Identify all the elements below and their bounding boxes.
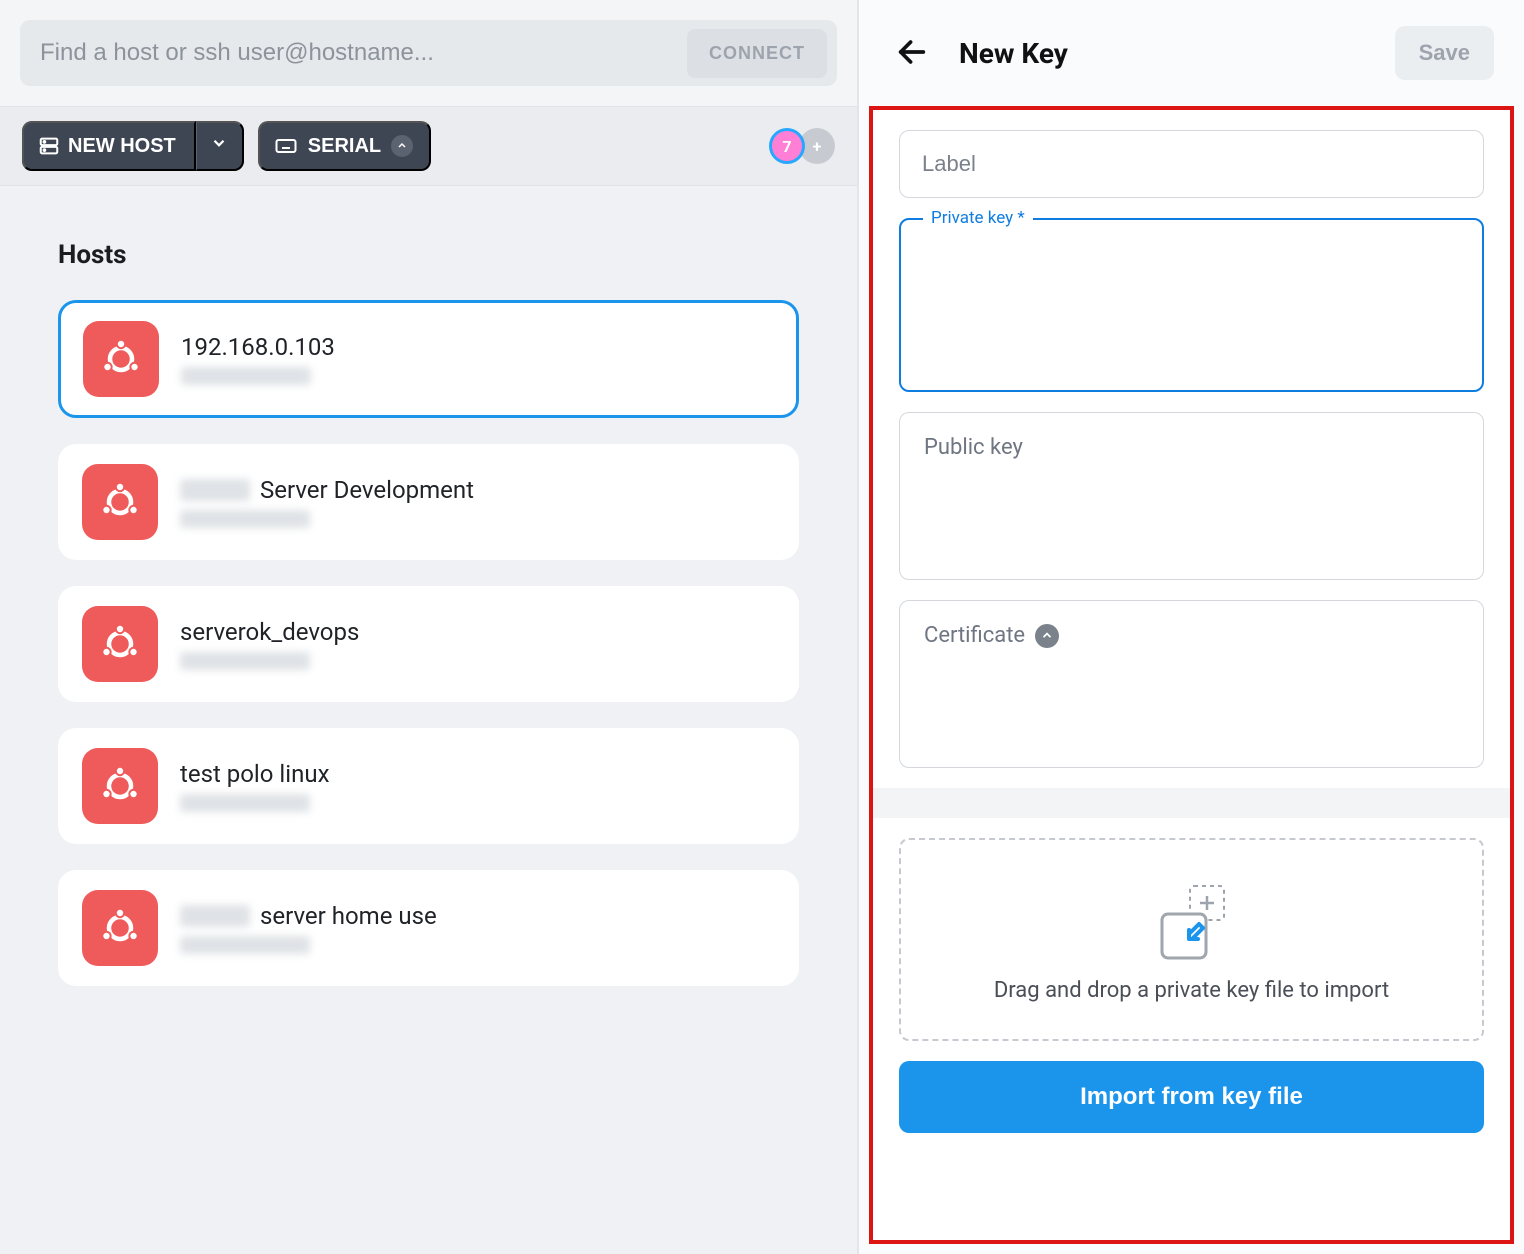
search-input[interactable] [40,39,687,67]
redacted-text [180,479,250,501]
right-header: New Key Save [859,0,1524,106]
import-from-file-button[interactable]: Import from key file [899,1061,1484,1133]
save-button[interactable]: Save [1395,26,1494,80]
host-name: Server Development [180,476,474,504]
certificate-label: Certificate [924,623,1025,648]
host-card[interactable]: 192.168.0.103 [58,300,799,418]
ubuntu-icon [82,606,158,682]
label-input[interactable] [922,151,1461,177]
chevron-down-icon [210,134,228,158]
right-panel: New Key Save Private key * Public key Ce… [857,0,1524,1254]
profile-badge[interactable]: 7 [769,128,805,164]
new-host-label: NEW HOST [68,135,176,158]
host-info: serverok_devops [180,618,359,670]
hosts-list: 192.168.0.103 Server Development serverok_… [58,300,799,986]
serial-button[interactable]: SERIAL [258,121,431,171]
host-card[interactable]: Server Development [58,444,799,560]
host-name: test polo linux [180,760,329,788]
host-name: server home use [180,902,437,930]
ubuntu-icon [83,321,159,397]
host-name: 192.168.0.103 [181,333,335,361]
drop-zone[interactable]: Drag and drop a private key file to impo… [899,838,1484,1041]
arrow-up-circle-icon [1035,624,1059,648]
redacted-text [180,510,310,528]
hosts-section: Hosts 192.168.0.103 Server Development ser… [0,186,857,1042]
hosts-title: Hosts [58,240,799,270]
host-name-label: serverok_devops [180,618,359,646]
certificate-field[interactable]: Certificate [899,600,1484,768]
public-key-label: Public key [924,435,1459,460]
left-panel: CONNECT NEW HOST [0,0,857,1254]
arrow-left-icon [895,35,929,72]
host-name-label: 192.168.0.103 [181,333,335,361]
new-key-form: Private key * Public key Certificate [869,106,1514,1244]
new-host-group: NEW HOST [22,121,244,171]
private-key-input[interactable] [925,238,1462,368]
host-name-label: server home use [260,902,437,930]
new-host-dropdown[interactable] [196,121,244,171]
search-bar: CONNECT [20,20,837,86]
back-button[interactable] [889,29,935,78]
redacted-text [180,936,310,954]
separator [873,788,1510,818]
certificate-label-row: Certificate [924,623,1459,648]
redacted-text [180,652,310,670]
public-key-field[interactable]: Public key [899,412,1484,580]
host-name-label: test polo linux [180,760,329,788]
serial-label: SERIAL [308,135,381,158]
redacted-text [181,367,311,385]
host-card[interactable]: server home use [58,870,799,986]
ubuntu-icon [82,748,158,824]
import-file-icon [1156,884,1228,956]
toolbar: NEW HOST [0,106,857,186]
private-key-field[interactable]: Private key * [899,218,1484,392]
private-key-label: Private key * [923,208,1033,228]
server-icon [38,135,60,157]
host-info: Server Development [180,476,474,528]
host-name: serverok_devops [180,618,359,646]
profile-chips: 7 + [769,128,835,164]
ubuntu-icon [82,464,158,540]
redacted-text [180,794,310,812]
page-title: New Key [959,37,1068,70]
ubuntu-icon [82,890,158,966]
host-card[interactable]: test polo linux [58,728,799,844]
host-card[interactable]: serverok_devops [58,586,799,702]
arrow-up-icon [391,135,413,157]
redacted-text [180,905,250,927]
host-info: test polo linux [180,760,329,812]
host-info: server home use [180,902,437,954]
host-name-label: Server Development [260,476,474,504]
new-host-button[interactable]: NEW HOST [22,121,196,171]
keyboard-icon [274,134,298,158]
label-field[interactable] [899,130,1484,198]
host-info: 192.168.0.103 [181,333,335,385]
drop-text: Drag and drop a private key file to impo… [994,978,1389,1003]
connect-button[interactable]: CONNECT [687,29,827,78]
search-area: CONNECT [0,0,857,106]
